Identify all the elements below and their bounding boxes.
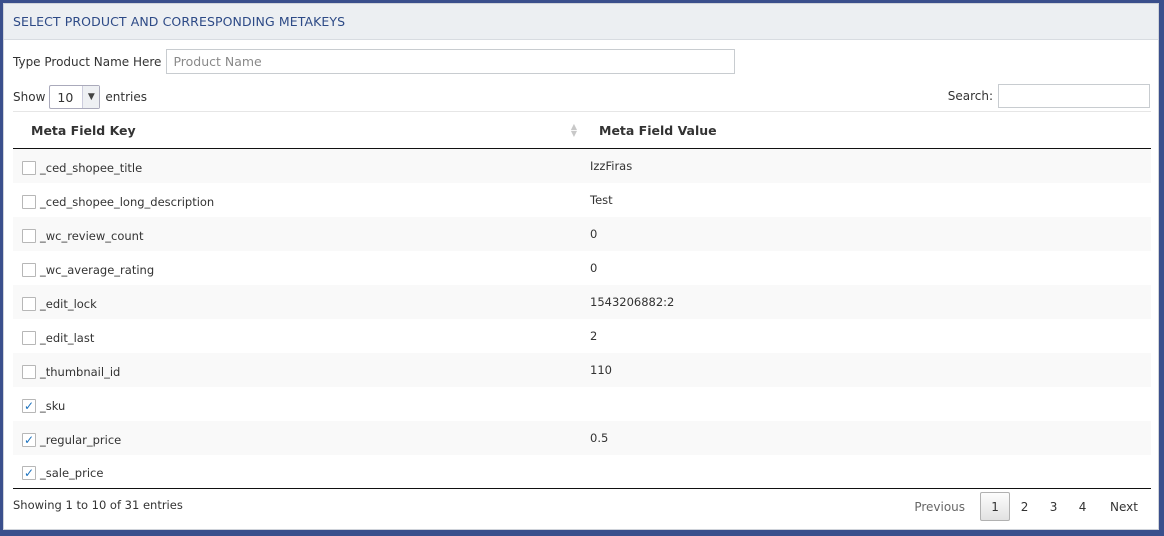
meta-key-label: _sku [40, 398, 66, 413]
next-page-button[interactable]: Next [1097, 492, 1149, 521]
meta-key-checkbox[interactable] [22, 160, 36, 175]
table-row: _wc_review_count 0 [13, 216, 1151, 251]
table-row: _ced_shopee_long_description Test [13, 183, 1151, 217]
meta-key-checkbox[interactable] [22, 194, 36, 209]
meta-key-checkbox[interactable]: ✓ [22, 398, 36, 413]
panel-title: SELECT PRODUCT AND CORRESPONDING METAKEY… [4, 4, 1158, 40]
meta-key-label: _ced_shopee_title [40, 160, 143, 175]
meta-value-cell: 0 [590, 260, 598, 275]
entries-per-page-select[interactable]: 10 ▼ [49, 85, 101, 109]
meta-key-label: _edit_lock [40, 296, 97, 311]
meta-value-cell: Test [590, 192, 613, 207]
table-row: _edit_lock 1543206882:2 [13, 284, 1151, 319]
meta-value-cell: IzzFiras [582, 148, 1151, 183]
show-label: Show [13, 90, 46, 104]
table-row: ✓ _sku [13, 387, 1151, 421]
meta-key-cell: ✓ _regular_price [13, 420, 582, 455]
entries-label: entries [105, 90, 147, 104]
meta-key-wrap: ✓ _sale_price [22, 462, 582, 481]
meta-key-checkbox[interactable]: ✓ [22, 466, 36, 481]
meta-key-wrap: ✓ _sku [22, 395, 582, 413]
page-button-4[interactable]: 4 [1068, 492, 1097, 521]
meta-key-checkbox[interactable] [22, 228, 36, 243]
table-row: _thumbnail_id 110 [13, 352, 1151, 387]
checkmark-icon: ✓ [23, 466, 35, 481]
entries-length-control: Show 10 ▼ entries [13, 85, 147, 109]
product-name-input[interactable] [166, 49, 736, 74]
meta-key-wrap: _edit_lock [22, 293, 582, 311]
chevron-down-icon: ▼ [82, 86, 100, 108]
meta-key-wrap: _ced_shopee_long_description [22, 191, 582, 209]
meta-key-cell: _wc_average_rating [13, 251, 582, 285]
meta-key-label: _thumbnail_id [40, 364, 121, 379]
meta-key-cell: ✓ _sku [13, 387, 582, 421]
meta-key-cell: _wc_review_count [13, 216, 582, 251]
column-header-meta-field-key[interactable]: Meta Field Key ▲ ▼ [13, 111, 582, 149]
meta-key-label: _wc_average_rating [40, 262, 155, 277]
meta-key-wrap: _ced_shopee_title [22, 157, 582, 175]
meta-key-cell: _edit_last [13, 319, 582, 353]
meta-key-label: _sale_price [40, 466, 104, 481]
pagination: Previous 1 2 3 4 Next [904, 492, 1149, 521]
meta-key-wrap: _wc_review_count [22, 225, 582, 243]
meta-value-cell: 0.5 [582, 420, 1151, 455]
meta-key-label: _edit_last [40, 330, 95, 345]
column-header-meta-field-value: Meta Field Value [582, 111, 1151, 149]
table-row: ✓ _regular_price 0.5 [13, 420, 1151, 455]
metakeys-table: Meta Field Key ▲ ▼ Meta Field Value _ced_… [13, 111, 1151, 489]
meta-key-cell: ✓ _sale_price [13, 454, 582, 489]
meta-value-cell: 2 [590, 328, 598, 343]
meta-key-wrap: _edit_last [22, 327, 582, 345]
meta-key-label: _wc_review_count [40, 228, 144, 243]
table-search: Search: [948, 84, 1150, 108]
page-button-2[interactable]: 2 [1010, 492, 1039, 521]
table-row: ✓ _sale_price [13, 454, 1151, 489]
meta-key-cell: _ced_shopee_title [13, 148, 582, 183]
meta-key-checkbox[interactable] [22, 296, 36, 311]
meta-value-cell [582, 454, 1151, 489]
meta-key-wrap: ✓ _regular_price [22, 429, 582, 447]
product-name-row: Type Product Name Here [13, 49, 736, 74]
table-row: _ced_shopee_title IzzFiras [13, 148, 1151, 183]
checkmark-icon: ✓ [23, 398, 35, 413]
table-row: _wc_average_rating 0 [13, 251, 1151, 285]
meta-key-cell: _thumbnail_id [13, 352, 582, 387]
meta-key-label: _ced_shopee_long_description [40, 194, 215, 209]
search-label: Search: [947, 89, 993, 103]
meta-key-checkbox[interactable]: ✓ [22, 432, 36, 447]
meta-key-cell: _ced_shopee_long_description [13, 183, 582, 217]
entries-per-page-value: 10 [57, 89, 74, 105]
page-button-3[interactable]: 3 [1039, 492, 1068, 521]
meta-key-checkbox[interactable] [22, 262, 36, 277]
table-row: _edit_last 2 [13, 319, 1151, 353]
meta-value-cell: 110 [582, 352, 1151, 387]
meta-key-wrap: _wc_average_rating [22, 259, 582, 277]
meta-key-cell: _edit_lock [13, 284, 582, 319]
column-header-label: Meta Field Value [599, 122, 717, 138]
product-name-label: Type Product Name Here [13, 54, 162, 69]
metakeys-panel: SELECT PRODUCT AND CORRESPONDING METAKEY… [3, 3, 1159, 530]
meta-key-checkbox[interactable] [22, 364, 36, 379]
previous-page-button[interactable]: Previous [904, 492, 980, 521]
meta-key-wrap: _thumbnail_id [22, 361, 582, 379]
meta-value-cell: 0 [582, 216, 1151, 251]
search-input[interactable] [998, 84, 1150, 108]
sort-icon: ▲ ▼ [570, 122, 577, 138]
table-info: Showing 1 to 10 of 31 entries [13, 498, 183, 512]
meta-value-cell [582, 387, 1151, 421]
column-header-label: Meta Field Key [31, 122, 136, 138]
page-button-1[interactable]: 1 [980, 492, 1011, 521]
meta-key-label: _regular_price [40, 432, 122, 447]
checkmark-icon: ✓ [23, 432, 35, 447]
meta-key-checkbox[interactable] [22, 330, 36, 345]
meta-value-cell: 1543206882:2 [582, 284, 1151, 319]
